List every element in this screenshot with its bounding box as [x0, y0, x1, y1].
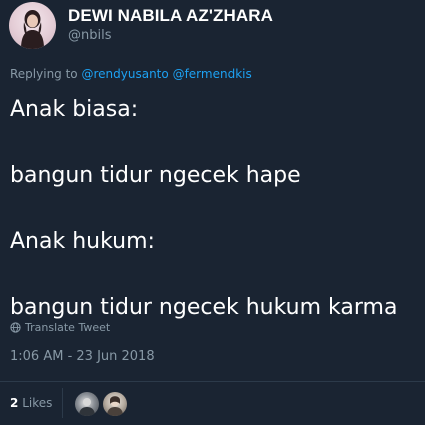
likes-stat[interactable]: 2 Likes [10, 396, 52, 410]
likes-label: Likes [22, 396, 53, 410]
user-handle[interactable]: @nbils [68, 28, 112, 43]
replying-to: Replying to @rendyusanto @fermendkis [10, 67, 252, 81]
likes-count: 2 [10, 396, 19, 410]
avatar-image [21, 10, 44, 49]
tweet-text: Anak biasa: bangun tidur ngecek hape Ana… [10, 93, 425, 324]
tweet-line: Anak hukum: [10, 229, 155, 254]
mention-link[interactable]: @rendyusanto [81, 67, 168, 81]
globe-icon [10, 322, 21, 333]
divider [0, 381, 425, 382]
liker-avatar[interactable] [75, 392, 99, 416]
mention-link[interactable]: @fermendkis [173, 67, 252, 81]
tweet-line: bangun tidur ngecek hukum karma [10, 295, 398, 320]
user-avatar[interactable] [9, 2, 56, 49]
translate-label: Translate Tweet [25, 321, 111, 334]
tweet-line: bangun tidur ngecek hape [10, 163, 301, 188]
tweet-line: Anak biasa: [10, 97, 139, 122]
liker-avatar-image [107, 396, 123, 416]
stats-divider [62, 388, 63, 418]
display-name[interactable]: DEWI NABILA AZ'ZHARA [68, 6, 273, 26]
translate-tweet-button[interactable]: Translate Tweet [10, 321, 110, 334]
liker-avatar[interactable] [103, 392, 127, 416]
replying-to-label: Replying to [10, 67, 78, 81]
liker-avatar-image [79, 398, 95, 416]
tweet-timestamp[interactable]: 1:06 AM - 23 Jun 2018 [10, 349, 155, 364]
